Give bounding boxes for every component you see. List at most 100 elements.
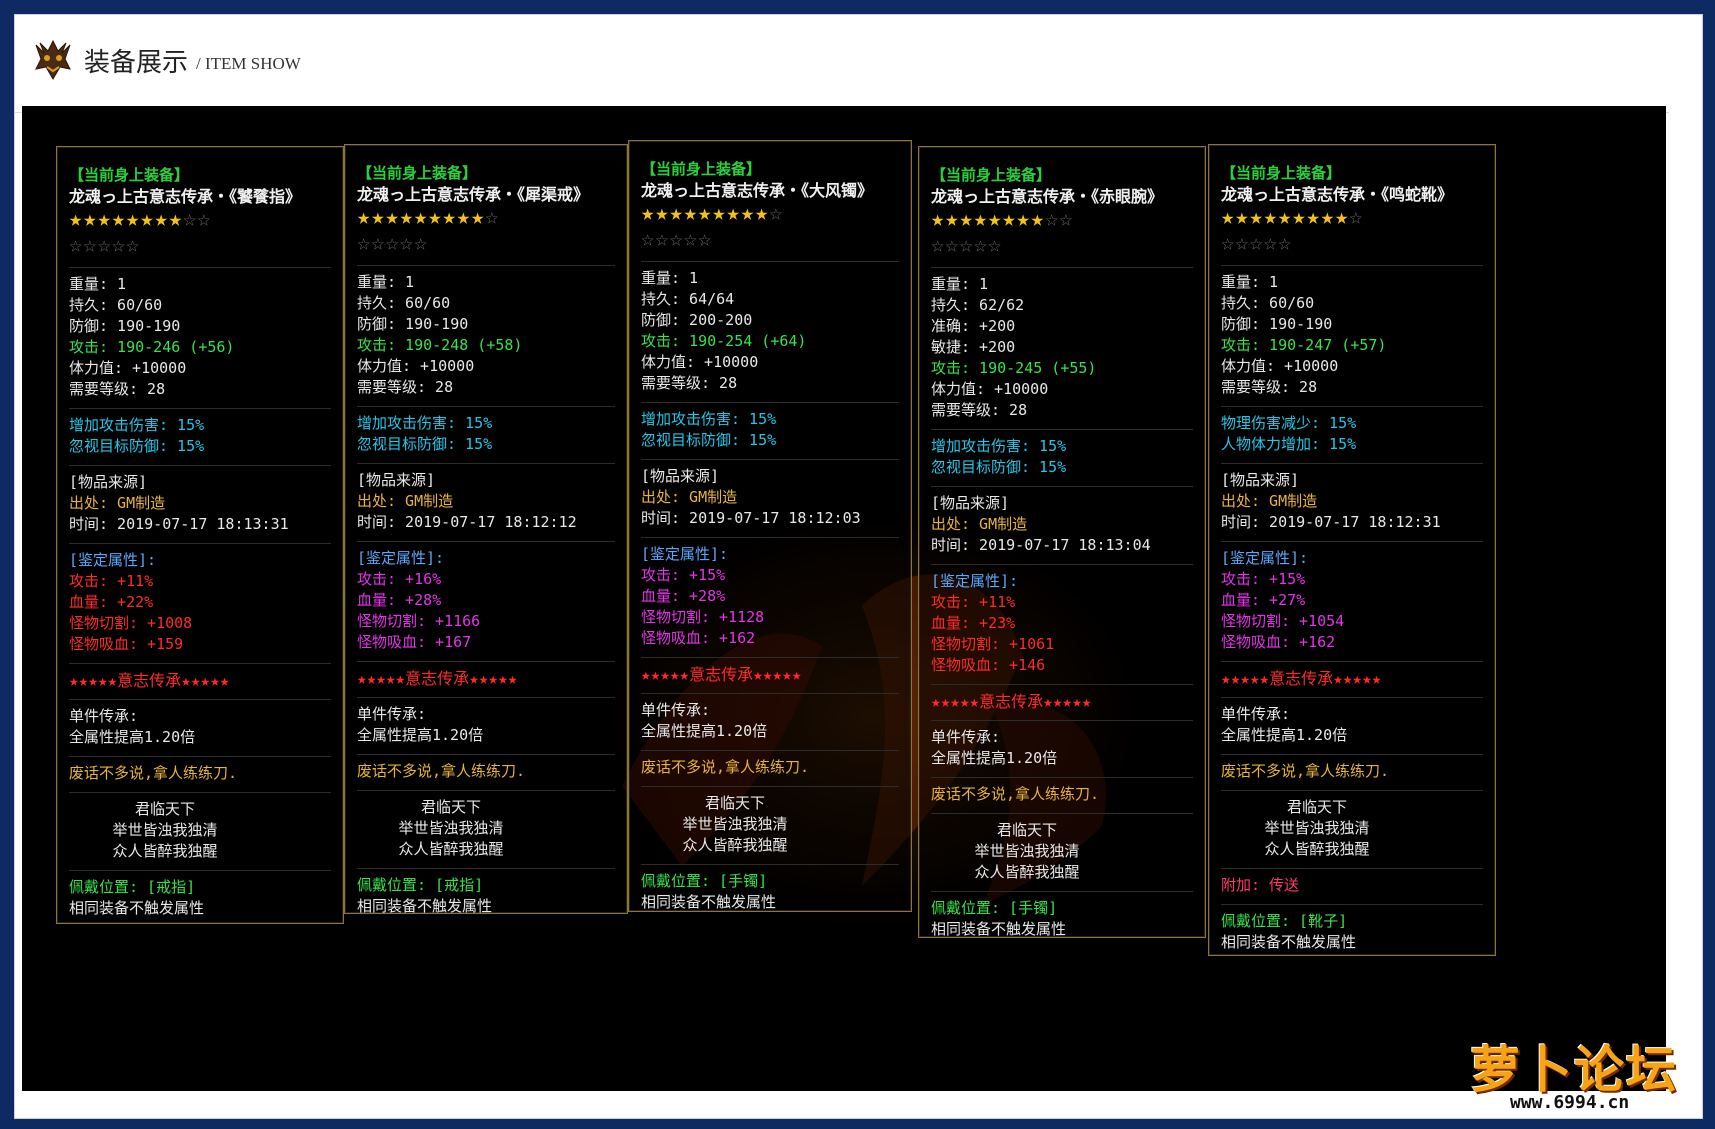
bonus-stats: 增加攻击伤害: 15% 忽视目标防御: 15% <box>641 403 899 460</box>
stat-line: 攻击: 190-247 (+57) <box>1221 336 1387 354</box>
equipped-tag: 【当前身上装备】 <box>931 166 1052 184</box>
bonus-line: 增加攻击伤害: 15% <box>69 416 205 434</box>
poem: 君临天下 举世皆浊我独清 众人皆醉我独醒 <box>69 793 331 871</box>
item-source: [物品来源] 出处: GM制造 时间: 2019-07-17 18:12:12 <box>357 464 615 542</box>
star-rating: ★★★★★★★★★☆ <box>641 201 899 227</box>
slot-line: 佩戴位置: [戒指] <box>357 876 484 894</box>
bonus-line: 物理伤害减少: 15% <box>1221 414 1357 432</box>
item-header: 【当前身上装备】 龙魂っ上古意志传承・《鸣蛇靴》 ★★★★★★★★★☆ ☆☆☆☆☆ <box>1221 157 1483 266</box>
wear-slot: 佩戴位置: [手镯] 相同装备不触发属性 <box>931 892 1193 948</box>
poem-line: 众人皆醉我独醒 <box>112 842 218 860</box>
appraise-line: 怪物吸血: +159 <box>69 635 184 653</box>
poem-line: 举世皆浊我独清 <box>1264 819 1370 837</box>
single-legacy-title: 单件传承: <box>357 705 427 723</box>
stat-line: 体力值: +10000 <box>357 357 475 375</box>
gold-stars: ★★★★★★★★★ <box>357 205 486 230</box>
empty-stars: ☆ <box>769 201 784 226</box>
appraise-line: 血量: +28% <box>357 591 442 609</box>
appraise-title: [鉴定属性]: <box>931 572 1019 590</box>
stat-line: 重量: 1 <box>1221 273 1279 291</box>
appraise-line: 怪物切割: +1008 <box>69 614 193 632</box>
poem-line: 众人皆醉我独醒 <box>974 863 1080 881</box>
source-line: 出处: GM制造 <box>69 494 166 512</box>
slot-note: 相同装备不触发属性 <box>641 893 777 911</box>
appraise-line: 血量: +23% <box>931 614 1016 632</box>
appraise-line: 怪物吸血: +162 <box>641 629 756 647</box>
stat-line: 持久: 60/60 <box>357 294 451 312</box>
equipment-panel: 【当前身上装备】 龙魂っ上古意志传承・《大风镯》 ★★★★★★★★★☆ ☆☆☆☆☆ 重量… <box>628 140 912 912</box>
stat-line: 需要等级: 28 <box>69 380 166 398</box>
stat-line: 需要等级: 28 <box>357 378 454 396</box>
stat-line: 体力值: +10000 <box>641 353 759 371</box>
source-line: [物品来源] <box>1221 471 1300 489</box>
single-legacy-value: 全属性提高1.20倍 <box>931 749 1058 767</box>
item-name: 龙魂っ上古意志传承・《犀渠戒》 <box>357 185 590 204</box>
single-legacy-value: 全属性提高1.20倍 <box>1221 726 1348 744</box>
slot-line: 佩戴位置: [戒指] <box>69 878 196 896</box>
bonus-line: 忽视目标防御: 15% <box>931 458 1067 476</box>
poem-line: 举世皆浊我独清 <box>398 819 504 837</box>
poem: 君临天下 举世皆浊我独清 众人皆醉我独醒 <box>357 791 615 869</box>
star-rating-secondary: ☆☆☆☆☆ <box>1221 231 1293 256</box>
page-subtitle: / ITEM SHOW <box>196 54 301 73</box>
appraise-title: [鉴定属性]: <box>1221 549 1309 567</box>
stat-line: 防御: 190-190 <box>69 317 181 335</box>
stat-line: 攻击: 190-248 (+58) <box>357 336 523 354</box>
single-legacy-title: 单件传承: <box>1221 705 1291 723</box>
single-legacy-value: 全属性提高1.20倍 <box>69 728 196 746</box>
source-line: 出处: GM制造 <box>641 488 738 506</box>
equipment-panel: 【当前身上装备】 龙魂っ上古意志传承・《犀渠戒》 ★★★★★★★★★☆ ☆☆☆☆☆ 重量… <box>344 144 628 915</box>
single-legacy: 单件传承: 全属性提高1.20倍 <box>357 698 615 755</box>
stat-line: 防御: 190-190 <box>357 315 469 333</box>
bonus-stats: 增加攻击伤害: 15% 忽视目标防御: 15% <box>357 407 615 464</box>
item-showcase-stage: 【当前身上装备】 龙魂っ上古意志传承・《饕餮指》 ★★★★★★★★☆☆ ☆☆☆☆☆ 重量… <box>22 106 1666 1091</box>
stat-line: 体力值: +10000 <box>69 359 187 377</box>
bonus-line: 忽视目标防御: 15% <box>357 435 493 453</box>
stat-line: 防御: 200-200 <box>641 311 753 329</box>
poem-line: 君临天下 <box>996 821 1057 839</box>
star-rating: ★★★★★★★★★☆ <box>357 205 615 231</box>
poem-line: 众人皆醉我独醒 <box>1264 840 1370 858</box>
appraise-title: [鉴定属性]: <box>69 551 157 569</box>
equipment-panel: 【当前身上装备】 龙魂っ上古意志传承・《赤眼腕》 ★★★★★★★★☆☆ ☆☆☆☆☆ 重量… <box>918 146 1206 938</box>
stat-line: 攻击: 190-246 (+56) <box>69 338 235 356</box>
single-legacy: 单件传承: 全属性提高1.20倍 <box>641 694 899 751</box>
forum-watermark: 萝卜论坛 www.6994.cn <box>1470 1030 1710 1120</box>
flavor: 废话不多说,拿人练练刀. <box>69 757 331 793</box>
empty-stars: ☆☆ <box>182 207 212 232</box>
poem: 君临天下 举世皆浊我独清 众人皆醉我独醒 <box>641 787 899 865</box>
slot-note: 相同装备不触发属性 <box>69 899 205 917</box>
item-source: [物品来源] 出处: GM制造 时间: 2019-07-17 18:12:03 <box>641 460 899 538</box>
item-source: [物品来源] 出处: GM制造 时间: 2019-07-17 18:13:31 <box>69 466 331 544</box>
stat-line: 需要等级: 28 <box>1221 378 1318 396</box>
base-stats: 重量: 1 持久: 60/60 防御: 190-190 攻击: 190-248 (+5… <box>357 266 615 407</box>
equipment-panel: 【当前身上装备】 龙魂っ上古意志传承・《饕餮指》 ★★★★★★★★☆☆ ☆☆☆☆☆ 重量… <box>56 146 344 924</box>
poem-line: 君临天下 <box>704 794 765 812</box>
item-source: [物品来源] 出处: GM制造 时间: 2019-07-17 18:13:04 <box>931 487 1193 565</box>
item-name: 龙魂っ上古意志传承・《大风镯》 <box>641 181 874 200</box>
extra-line: 附加: 传送 <box>1221 876 1300 894</box>
single-legacy-value: 全属性提高1.20倍 <box>641 722 768 740</box>
poem-line: 举世皆浊我独清 <box>112 821 218 839</box>
slot-line: 佩戴位置: [靴子] <box>1221 912 1348 930</box>
bonus-line: 增加攻击伤害: 15% <box>357 414 493 432</box>
appraise-attributes: [鉴定属性]: 攻击: +15% 血量: +28% 怪物切割: +1128 怪物吸血: … <box>641 538 899 658</box>
equipped-tag: 【当前身上装备】 <box>1221 164 1342 182</box>
legacy-line: ★★★★★意志传承★★★★★ <box>1221 669 1382 688</box>
bonus-stats: 增加攻击伤害: 15% 忽视目标防御: 15% <box>931 430 1193 487</box>
stat-line: 体力值: +10000 <box>931 380 1049 398</box>
stat-line: 需要等级: 28 <box>931 401 1028 419</box>
appraise-line: 攻击: +15% <box>641 566 726 584</box>
base-stats: 重量: 1 持久: 60/60 防御: 190-190 攻击: 190-247 (+5… <box>1221 266 1483 407</box>
source-line: 出处: GM制造 <box>357 492 454 510</box>
single-legacy-title: 单件传承: <box>931 728 1001 746</box>
legacy-banner: ★★★★★意志传承★★★★★ <box>69 664 331 700</box>
empty-stars: ☆☆ <box>1044 207 1074 232</box>
stat-line: 持久: 64/64 <box>641 290 735 308</box>
item-header: 【当前身上装备】 龙魂っ上古意志传承・《大风镯》 ★★★★★★★★★☆ ☆☆☆☆☆ <box>641 153 899 262</box>
source-line: [物品来源] <box>69 473 148 491</box>
appraise-line: 怪物吸血: +167 <box>357 633 472 651</box>
star-rating: ★★★★★★★★☆☆ <box>931 207 1193 233</box>
stat-line: 防御: 190-190 <box>1221 315 1333 333</box>
star-rating-secondary: ☆☆☆☆☆ <box>69 233 141 258</box>
